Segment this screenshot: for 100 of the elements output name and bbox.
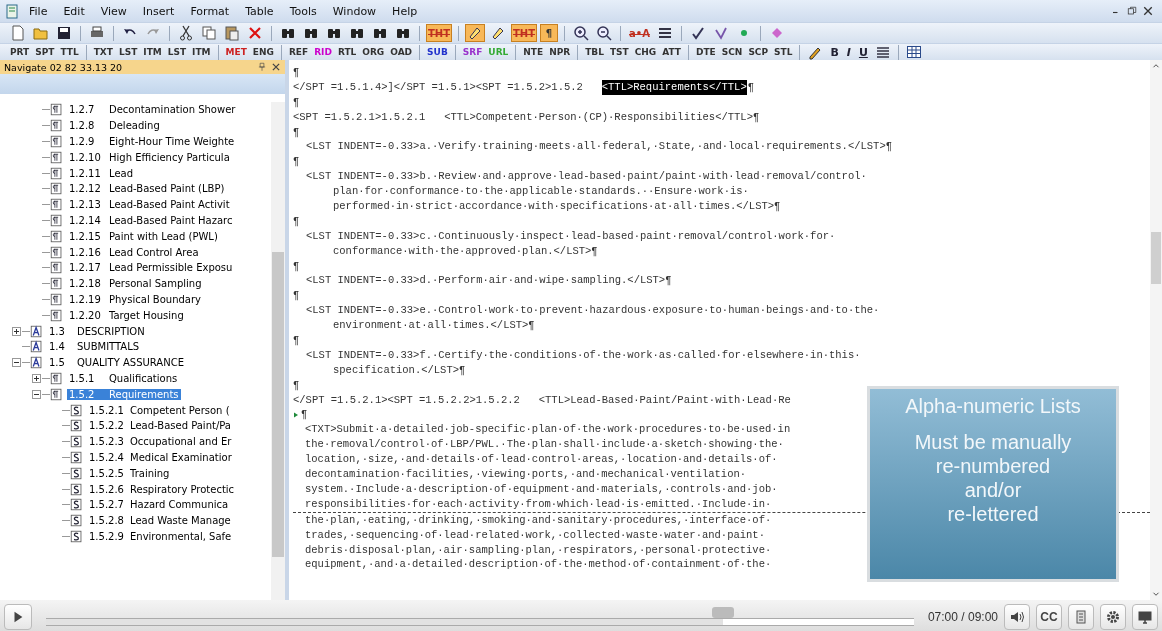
toolbar-text-button[interactable]: a•A bbox=[627, 24, 652, 42]
tag-button[interactable]: SUB bbox=[425, 47, 450, 57]
tree-item[interactable]: 1.3 DESCRIPTION bbox=[47, 325, 147, 337]
tag-button[interactable]: LST bbox=[165, 47, 189, 57]
tree-item[interactable]: 1.4 SUBMITTALS bbox=[47, 341, 142, 353]
volume-button[interactable] bbox=[1004, 603, 1030, 630]
open-folder-icon[interactable] bbox=[33, 25, 49, 41]
delete-icon[interactable] bbox=[247, 25, 263, 41]
table-icon[interactable] bbox=[905, 44, 922, 60]
tree-item[interactable]: 1.5.2.9 Environmental, Safe bbox=[87, 530, 234, 542]
tree-item[interactable]: 1.2.19 Physical Boundary bbox=[67, 293, 204, 305]
scissors-icon[interactable] bbox=[178, 25, 194, 41]
tag-button[interactable]: RTL bbox=[335, 47, 359, 57]
tree-item[interactable]: 1.5.2.6 Respiratory Protectic bbox=[87, 483, 237, 495]
tree-item[interactable]: 1.5.2.1 Competent Person ( bbox=[87, 404, 232, 416]
tag-button[interactable]: ORG bbox=[360, 47, 387, 57]
menu-item[interactable]: Help bbox=[385, 2, 425, 20]
tag-button[interactable]: ITM bbox=[190, 47, 213, 57]
tag-button[interactable]: STL bbox=[772, 47, 795, 57]
tag-button[interactable]: DTE bbox=[694, 47, 718, 57]
scrollbar-thumb[interactable] bbox=[1151, 232, 1161, 284]
align-icon[interactable] bbox=[874, 44, 891, 60]
pin-icon[interactable] bbox=[257, 62, 267, 72]
scrollbar-thumb[interactable] bbox=[272, 252, 284, 557]
tree-item[interactable]: 1.5.2.7 Hazard Communica bbox=[87, 499, 231, 511]
collapse-icon[interactable] bbox=[32, 389, 41, 399]
menu-item[interactable]: Insert bbox=[135, 2, 182, 20]
tree-item[interactable]: 1.5.2.2 Lead-Based Paint/Pa bbox=[87, 420, 233, 432]
spell-check-icon[interactable] bbox=[689, 25, 706, 41]
tree-item[interactable]: 1.2.16 Lead Control Area bbox=[67, 246, 201, 258]
underline-button[interactable]: U bbox=[855, 45, 871, 59]
tree-item[interactable]: 1.5.2.4 Medical Examinatior bbox=[87, 451, 234, 463]
notes-button[interactable] bbox=[1068, 603, 1094, 630]
scrollbar[interactable] bbox=[1150, 60, 1162, 600]
zoom-out-icon[interactable] bbox=[596, 25, 613, 41]
tree-item[interactable]: 1.2.7 Decontamination Shower bbox=[67, 104, 238, 116]
tag-button[interactable]: SCN bbox=[719, 47, 745, 57]
tree-item[interactable]: 1.2.14 Lead-Based Paint Hazarc bbox=[67, 214, 235, 226]
tree-item[interactable]: 1.5 QUALITY ASSURANCE bbox=[47, 357, 186, 369]
scrollbar[interactable] bbox=[271, 102, 285, 600]
tree-item[interactable]: 1.2.9 Eight-Hour Time Weighte bbox=[67, 136, 237, 147]
tag-button[interactable]: TBL bbox=[583, 47, 606, 57]
tag-button[interactable]: SPT bbox=[33, 47, 57, 57]
tree-item[interactable]: 1.2.10 High Efficiency Particula bbox=[67, 151, 232, 163]
tree-item[interactable]: 1.2.11 Lead bbox=[67, 167, 136, 179]
tag-button[interactable]: SRF bbox=[460, 47, 485, 57]
italic-button[interactable]: I bbox=[843, 45, 854, 59]
copy-icon[interactable] bbox=[201, 25, 217, 41]
menu-item[interactable]: View bbox=[93, 2, 134, 20]
restore-icon[interactable] bbox=[1126, 5, 1138, 17]
tree-item[interactable]: 1.2.12 Lead-Based Paint (LBP) bbox=[67, 183, 227, 195]
highlighter-icon[interactable] bbox=[490, 25, 506, 41]
tree-item[interactable]: 1.5.2.5 Training bbox=[87, 467, 172, 479]
tag-button[interactable]: ATT bbox=[660, 47, 683, 57]
captions-button[interactable]: CC bbox=[1036, 603, 1062, 630]
tree-item[interactable]: 1.5.1 Qualifications bbox=[67, 372, 180, 384]
tree-item[interactable]: 1.2.17 Lead Permissible Exposu bbox=[67, 262, 235, 274]
screen-button[interactable] bbox=[1132, 603, 1158, 630]
tag-button[interactable]: TST bbox=[607, 47, 631, 57]
tree-item[interactable]: 1.2.15 Paint with Lead (PWL) bbox=[67, 230, 220, 242]
expand-icon[interactable] bbox=[12, 326, 21, 336]
close-icon[interactable] bbox=[271, 62, 281, 72]
menu-item[interactable]: Edit bbox=[56, 2, 92, 20]
tree-item[interactable]: 1.5.2.8 Lead Waste Manage bbox=[87, 515, 233, 527]
play-button[interactable] bbox=[4, 603, 32, 630]
tag-button[interactable]: REF bbox=[286, 47, 311, 57]
paste-icon[interactable] bbox=[224, 25, 240, 41]
check-icon[interactable] bbox=[712, 25, 729, 41]
tree-item[interactable]: 1.2.20 Target Housing bbox=[67, 309, 186, 321]
tree-item[interactable]: 1.5.2 Requirements bbox=[67, 388, 181, 400]
tag-button[interactable]: OAD bbox=[388, 47, 415, 57]
zoom-in-icon[interactable] bbox=[573, 25, 590, 41]
menu-item[interactable]: Table bbox=[238, 2, 281, 20]
menu-item[interactable]: Tools bbox=[282, 2, 324, 20]
tree-item[interactable]: 1.2.18 Personal Sampling bbox=[67, 278, 204, 290]
expand-icon[interactable] bbox=[32, 373, 41, 383]
new-document-icon[interactable] bbox=[10, 25, 26, 41]
tag-button[interactable]: CHG bbox=[632, 47, 659, 57]
menu-item[interactable]: Window bbox=[325, 2, 384, 20]
menu-item[interactable]: File bbox=[22, 2, 55, 20]
tree-item[interactable]: 1.2.13 Lead-Based Paint Activit bbox=[67, 199, 232, 211]
progress-thumb[interactable] bbox=[712, 607, 734, 618]
tag-button[interactable]: ITM bbox=[141, 47, 164, 57]
tag-button[interactable]: TXT bbox=[91, 47, 115, 57]
close-icon[interactable] bbox=[1142, 5, 1154, 17]
tag-button[interactable]: MET bbox=[223, 47, 249, 57]
settings-button[interactable] bbox=[1100, 603, 1126, 630]
tag-button[interactable]: LST bbox=[116, 47, 140, 57]
tag-button[interactable]: NTE bbox=[521, 47, 546, 57]
collapse-icon[interactable] bbox=[12, 358, 21, 368]
highlighter-icon[interactable] bbox=[467, 25, 483, 41]
tree-item[interactable]: 1.2.8 Deleading bbox=[67, 120, 162, 132]
bold-button[interactable]: B bbox=[827, 45, 842, 59]
toolbar-text-button[interactable]: ¶ bbox=[540, 24, 559, 42]
tag-button[interactable]: TTL bbox=[58, 47, 81, 57]
tag-button[interactable]: RID bbox=[312, 47, 334, 57]
tag-button[interactable]: ENG bbox=[250, 47, 276, 57]
tree-item[interactable]: 1.5.2.3 Occupational and Er bbox=[87, 436, 234, 448]
menu-item[interactable]: Format bbox=[183, 2, 237, 20]
tag-button[interactable]: SCP bbox=[746, 47, 771, 57]
